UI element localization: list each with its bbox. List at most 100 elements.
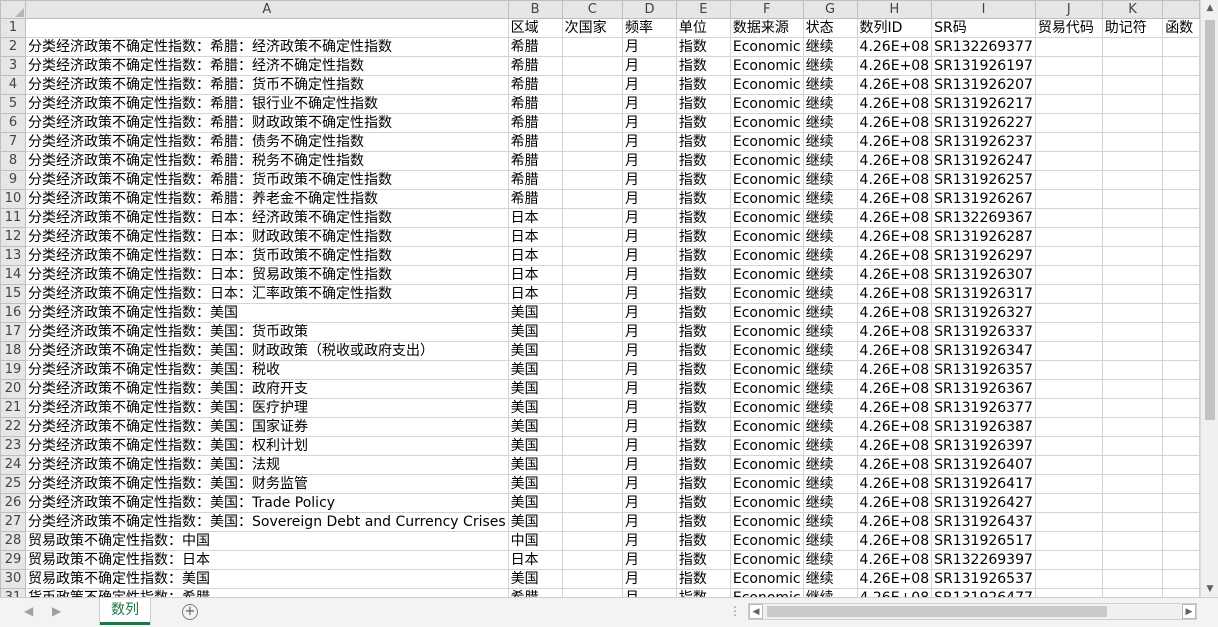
cell-d[interactable]: 月 <box>622 113 677 133</box>
cell-i[interactable]: SR131926227 <box>931 113 1036 133</box>
cell-j[interactable] <box>1034 94 1103 114</box>
cell-c[interactable] <box>561 322 624 342</box>
cell-a[interactable]: 分类经济政策不确定性指数：美国：权利计划 <box>25 436 509 456</box>
cell-g[interactable]: 继续 <box>802 436 858 456</box>
cell-j[interactable] <box>1034 284 1103 304</box>
cell-c[interactable] <box>561 303 624 323</box>
cell-c[interactable] <box>561 132 624 152</box>
cell-c[interactable] <box>561 531 624 551</box>
cell-i[interactable]: SR131926297 <box>931 246 1036 266</box>
cell-b[interactable]: 希腊 <box>507 588 563 597</box>
cell-a[interactable]: 分类经济政策不确定性指数：美国：税收 <box>25 360 509 380</box>
cell-b[interactable]: 美国 <box>507 493 563 513</box>
cell-d[interactable]: 月 <box>622 512 677 532</box>
cell-g[interactable]: 继续 <box>802 284 858 304</box>
row-header[interactable]: 22 <box>0 417 26 437</box>
cell-g[interactable]: 状态 <box>802 18 858 38</box>
cell-b[interactable]: 日本 <box>507 246 563 266</box>
cell-g[interactable]: 继续 <box>802 531 858 551</box>
cell-i[interactable]: SR131926237 <box>931 132 1036 152</box>
cell-k[interactable] <box>1101 94 1164 114</box>
cell-b[interactable]: 希腊 <box>507 37 563 57</box>
cell-k[interactable] <box>1101 455 1164 475</box>
cell-j[interactable] <box>1034 455 1103 475</box>
cell-k[interactable] <box>1101 284 1164 304</box>
row-header[interactable]: 10 <box>0 189 26 209</box>
cell-e[interactable]: 指数 <box>675 265 731 285</box>
cell-d[interactable]: 月 <box>622 75 677 95</box>
cell-e[interactable]: 指数 <box>675 360 731 380</box>
cell-k[interactable] <box>1101 569 1164 589</box>
column-header-b[interactable]: B <box>507 0 563 19</box>
cell-b[interactable]: 日本 <box>507 550 563 570</box>
cell-k[interactable] <box>1101 56 1164 76</box>
cell-d[interactable]: 月 <box>622 417 677 437</box>
cell-g[interactable]: 继续 <box>802 398 858 418</box>
row-header[interactable]: 18 <box>0 341 26 361</box>
cell-i[interactable]: SR132269377 <box>931 37 1036 57</box>
cell-h[interactable]: 4.26E+08 <box>856 436 933 456</box>
cell-h[interactable]: 4.26E+08 <box>856 265 933 285</box>
cell-h[interactable]: 4.26E+08 <box>856 284 933 304</box>
cell-g[interactable]: 继续 <box>802 56 858 76</box>
cell-c[interactable] <box>561 113 624 133</box>
cell-d[interactable]: 月 <box>622 569 677 589</box>
cell-d[interactable]: 月 <box>622 189 677 209</box>
row-header[interactable]: 1 <box>0 18 26 38</box>
cell-c[interactable] <box>561 170 624 190</box>
cell-c[interactable] <box>561 474 624 494</box>
cell-d[interactable]: 月 <box>622 436 677 456</box>
cell-j[interactable] <box>1034 227 1103 247</box>
cell-c[interactable] <box>561 493 624 513</box>
row-header[interactable]: 30 <box>0 569 26 589</box>
cell-a[interactable]: 分类经济政策不确定性指数：美国：Trade Policy <box>25 493 509 513</box>
column-header-d[interactable]: D <box>622 0 677 19</box>
row-header[interactable]: 21 <box>0 398 26 418</box>
cell-b[interactable]: 美国 <box>507 436 563 456</box>
sheet-tab-active[interactable]: 数列 <box>100 598 150 625</box>
cell-e[interactable]: 指数 <box>675 303 731 323</box>
cell-h[interactable]: 4.26E+08 <box>856 56 933 76</box>
cell-h[interactable]: 4.26E+08 <box>856 512 933 532</box>
row-header[interactable]: 9 <box>0 170 26 190</box>
row-header[interactable]: 14 <box>0 265 26 285</box>
cell-g[interactable]: 继续 <box>802 94 858 114</box>
cell-h[interactable]: 4.26E+08 <box>856 132 933 152</box>
cell-j[interactable] <box>1034 170 1103 190</box>
cell-h[interactable]: 4.26E+08 <box>856 113 933 133</box>
cell-b[interactable]: 日本 <box>507 227 563 247</box>
cell-i[interactable]: SR131926197 <box>931 56 1036 76</box>
cell-k[interactable] <box>1101 132 1164 152</box>
cell-i[interactable]: SR131926207 <box>931 75 1036 95</box>
cell-c[interactable] <box>561 208 624 228</box>
cell-g[interactable]: 继续 <box>802 170 858 190</box>
cell-k[interactable] <box>1101 246 1164 266</box>
cell-e[interactable]: 指数 <box>675 132 731 152</box>
cell-e[interactable]: 指数 <box>675 417 731 437</box>
cell-b[interactable]: 希腊 <box>507 132 563 152</box>
cell-e[interactable]: 指数 <box>675 531 731 551</box>
cell-g[interactable]: 继续 <box>802 75 858 95</box>
cell-l[interactable] <box>1162 512 1200 532</box>
cell-a[interactable]: 分类经济政策不确定性指数：日本：财政政策不确定性指数 <box>25 227 509 247</box>
row-header[interactable]: 13 <box>0 246 26 266</box>
cell-h[interactable]: 4.26E+08 <box>856 151 933 171</box>
cell-c[interactable] <box>561 189 624 209</box>
cell-d[interactable]: 月 <box>622 322 677 342</box>
scroll-up-arrow-icon[interactable]: ▲ <box>1201 0 1218 16</box>
cell-f[interactable]: Economic <box>729 493 804 513</box>
cell-e[interactable]: 指数 <box>675 379 731 399</box>
cell-j[interactable] <box>1034 493 1103 513</box>
cell-b[interactable]: 中国 <box>507 531 563 551</box>
cell-a[interactable]: 分类经济政策不确定性指数：希腊：货币不确定性指数 <box>25 75 509 95</box>
cell-c[interactable] <box>561 360 624 380</box>
cell-i[interactable]: SR131926317 <box>931 284 1036 304</box>
cell-b[interactable]: 美国 <box>507 569 563 589</box>
scroll-left-arrow-icon[interactable]: ◀ <box>749 604 763 619</box>
cell-j[interactable] <box>1034 37 1103 57</box>
cell-c[interactable] <box>561 94 624 114</box>
cell-f[interactable]: Economic <box>729 531 804 551</box>
cell-j[interactable] <box>1034 341 1103 361</box>
cell-g[interactable]: 继续 <box>802 360 858 380</box>
cell-h[interactable]: 4.26E+08 <box>856 322 933 342</box>
